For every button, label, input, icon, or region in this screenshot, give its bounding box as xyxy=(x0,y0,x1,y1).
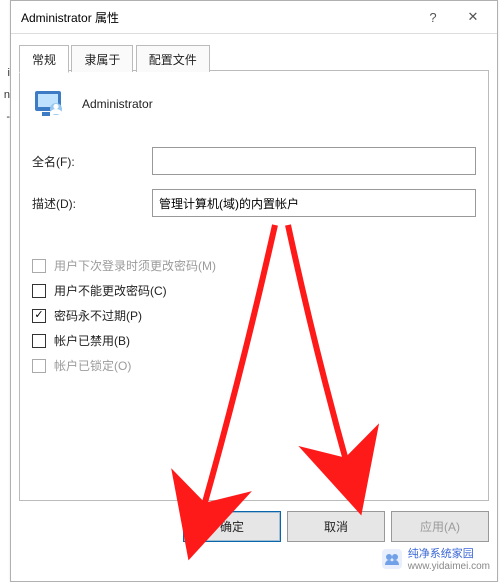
watermark-logo-icon xyxy=(382,549,402,569)
tab-memberof[interactable]: 隶属于 xyxy=(71,45,133,72)
watermark-name: 纯净系统家园 xyxy=(408,548,474,560)
close-button[interactable]: ✕ xyxy=(453,3,493,31)
checkbox-icon xyxy=(32,309,46,323)
checkbox-icon xyxy=(32,259,46,273)
user-icon xyxy=(32,87,66,121)
checkbox-label: 帐户已禁用(B) xyxy=(54,332,130,349)
checkbox-label: 用户下次登录时须更改密码(M) xyxy=(54,257,216,274)
ok-button[interactable]: 确定 xyxy=(183,511,281,542)
title-bar: Administrator 属性 ? ✕ xyxy=(11,1,497,34)
checkbox-label: 用户不能更改密码(C) xyxy=(54,282,167,299)
description-field[interactable] xyxy=(152,189,476,217)
checkbox-icon xyxy=(32,334,46,348)
checkbox-account-locked: 帐户已锁定(O) xyxy=(32,357,476,374)
watermark-url: www.yidaimei.com xyxy=(408,561,490,572)
properties-dialog: Administrator 属性 ? ✕ 常规 隶属于 配置文件 Adminis… xyxy=(10,0,498,582)
checkbox-account-disabled[interactable]: 帐户已禁用(B) xyxy=(32,332,476,349)
description-label: 描述(D): xyxy=(32,195,152,212)
checkbox-password-never-expires[interactable]: 密码永不过期(P) xyxy=(32,307,476,324)
cancel-button[interactable]: 取消 xyxy=(287,511,385,542)
user-name: Administrator xyxy=(82,97,153,111)
tab-panel-general: Administrator 全名(F): 描述(D): 用户下次登录时须更改密码… xyxy=(19,71,489,501)
tab-bar: 常规 隶属于 配置文件 xyxy=(19,44,489,71)
window-title: Administrator 属性 xyxy=(21,9,413,26)
checkbox-label: 帐户已锁定(O) xyxy=(54,357,131,374)
watermark: 纯净系统家园 www.yidaimei.com xyxy=(378,543,494,574)
checkbox-icon xyxy=(32,359,46,373)
checkbox-must-change-password: 用户下次登录时须更改密码(M) xyxy=(32,257,476,274)
help-button[interactable]: ? xyxy=(413,3,453,31)
row-fullname: 全名(F): xyxy=(32,147,476,175)
row-description: 描述(D): xyxy=(32,189,476,217)
checkbox-label: 密码永不过期(P) xyxy=(54,307,142,324)
checkbox-icon xyxy=(32,284,46,298)
user-header: Administrator xyxy=(32,87,476,121)
apply-button[interactable]: 应用(A) xyxy=(391,511,489,542)
fullname-field[interactable] xyxy=(152,147,476,175)
checkbox-cannot-change-password[interactable]: 用户不能更改密码(C) xyxy=(32,282,476,299)
tab-profile[interactable]: 配置文件 xyxy=(136,45,210,72)
tab-general[interactable]: 常规 xyxy=(19,45,69,73)
button-bar: 确定 取消 应用(A) xyxy=(11,501,497,542)
fullname-label: 全名(F): xyxy=(32,153,152,170)
background-window-fragment: i n - xyxy=(0,62,10,128)
